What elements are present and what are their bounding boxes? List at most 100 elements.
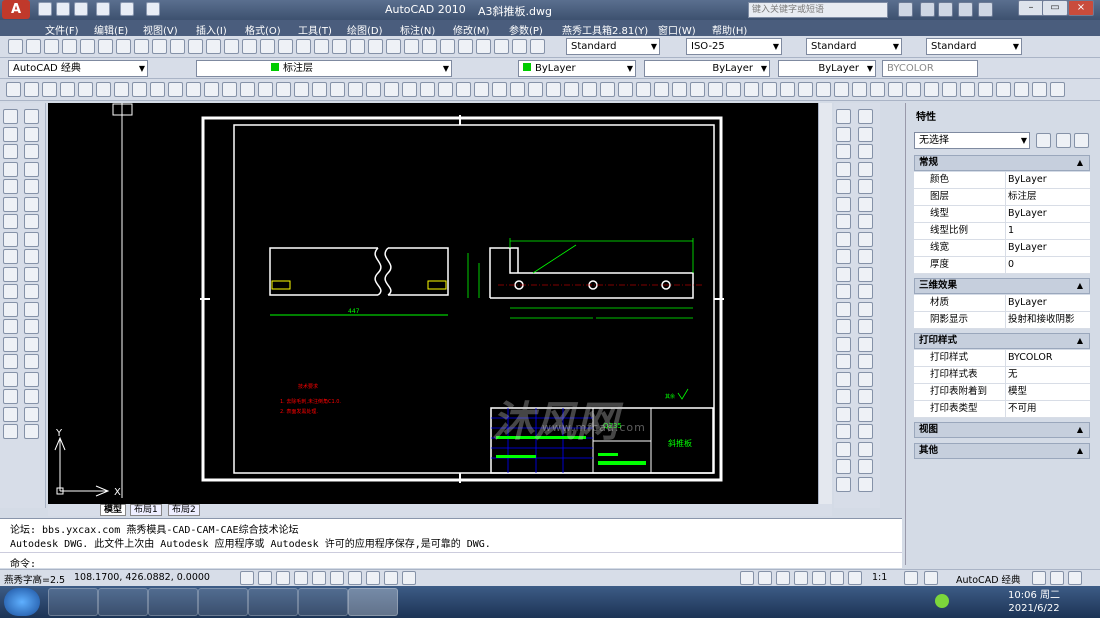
modify-tool-6-1-icon[interactable]	[858, 214, 873, 229]
menu-item-8[interactable]: 修改(M)	[453, 22, 489, 37]
status-toggle-2-icon[interactable]	[276, 571, 290, 585]
system-clock[interactable]: 10:06 周二 2021/6/22	[1008, 589, 1060, 615]
print-icon[interactable]	[146, 2, 160, 16]
modify-tool-13-1-icon[interactable]	[858, 336, 873, 352]
standard-tool-28-icon[interactable]	[512, 39, 527, 54]
dim-tool-52-icon[interactable]	[942, 82, 957, 97]
draw-tool-17-0-icon[interactable]	[3, 406, 18, 422]
status-toggle-1-icon[interactable]	[258, 571, 272, 585]
standard-tool-5-icon[interactable]	[98, 39, 113, 54]
dim-tool-51-icon[interactable]	[924, 82, 939, 97]
modify-tool-12-0-icon[interactable]	[836, 319, 851, 334]
standard-tool-11-icon[interactable]	[206, 39, 221, 54]
dim-tool-55-icon[interactable]	[996, 82, 1011, 97]
modify-tool-8-0-icon[interactable]	[836, 249, 851, 264]
prop-row[interactable]: 图层 标注层	[914, 189, 1090, 206]
dim-tool-39-icon[interactable]	[708, 82, 723, 97]
collapse-icon[interactable]: ▲	[1077, 279, 1083, 293]
dim-tool-23-icon[interactable]	[420, 82, 435, 97]
status-toggle-13-icon[interactable]	[794, 571, 808, 585]
dim-tool-18-icon[interactable]	[330, 82, 345, 97]
draw-tool-16-0-icon[interactable]	[3, 389, 18, 404]
draw-tool-7-1-icon[interactable]	[24, 231, 39, 247]
status-toggle-11-icon[interactable]	[758, 571, 772, 585]
lineweight-dropdown[interactable]: ByLayer ▼	[778, 60, 876, 77]
dim-tool-35-icon[interactable]	[636, 82, 651, 97]
standard-tool-12-icon[interactable]	[224, 39, 239, 54]
menu-item-2[interactable]: 视图(V)	[143, 22, 178, 37]
menu-item-4[interactable]: 格式(O)	[245, 22, 281, 37]
dim-tool-53-icon[interactable]	[960, 82, 975, 97]
status-toggle-0-icon[interactable]	[240, 571, 254, 585]
dim-tool-14-icon[interactable]	[258, 82, 273, 97]
tray-icon[interactable]	[935, 594, 949, 608]
search-input[interactable]: 键入关键字或短语	[748, 2, 888, 18]
draw-tool-8-1-icon[interactable]	[24, 249, 39, 264]
modify-tool-4-0-icon[interactable]	[836, 179, 851, 194]
dim-tool-33-icon[interactable]	[600, 82, 615, 97]
draw-tool-17-1-icon[interactable]	[24, 406, 39, 422]
draw-tool-7-0-icon[interactable]	[3, 231, 18, 247]
draw-tool-15-1-icon[interactable]	[24, 371, 39, 387]
prop-section-4[interactable]: 其他 ▲	[914, 443, 1090, 459]
dim-tool-37-icon[interactable]	[672, 82, 687, 97]
modify-tool-9-0-icon[interactable]	[836, 266, 851, 282]
dim-tool-10-icon[interactable]	[186, 82, 201, 97]
draw-tool-18-0-icon[interactable]	[3, 424, 18, 439]
prop-row[interactable]: 材质 ByLayer	[914, 295, 1090, 312]
menu-item-7[interactable]: 标注(N)	[400, 22, 435, 37]
modify-tool-18-0-icon[interactable]	[836, 424, 851, 439]
draw-tool-8-0-icon[interactable]	[3, 249, 18, 264]
tools-icon[interactable]	[920, 2, 935, 17]
standard-tool-19-icon[interactable]	[350, 39, 365, 54]
annotation-scale[interactable]: 1:1	[872, 572, 887, 583]
draw-tool-11-0-icon[interactable]	[3, 301, 18, 317]
prop-row[interactable]: 打印样式 BYCOLOR	[914, 350, 1090, 367]
prop-row[interactable]: 阴影显示 投射和接收阴影	[914, 312, 1090, 329]
standard-tool-1-icon[interactable]	[26, 39, 41, 54]
modify-tool-20-1-icon[interactable]	[858, 459, 873, 474]
menu-item-11[interactable]: 窗口(W)	[658, 22, 696, 37]
tab-layout2[interactable]: 布局2	[168, 504, 200, 516]
modify-tool-3-1-icon[interactable]	[858, 161, 873, 177]
dim-tool-4-icon[interactable]	[78, 82, 93, 97]
workspace-dropdown[interactable]: AutoCAD 经典 ▼	[8, 60, 148, 77]
dim-tool-57-icon[interactable]	[1032, 82, 1047, 97]
prop-section-1[interactable]: 三维效果 ▲	[914, 278, 1090, 294]
standard-tool-6-icon[interactable]	[116, 39, 131, 54]
dim-tool-11-icon[interactable]	[204, 82, 219, 97]
dim-tool-50-icon[interactable]	[906, 82, 921, 97]
text-style-dropdown[interactable]: Standard ▼	[566, 38, 660, 55]
standard-tool-16-icon[interactable]	[296, 39, 311, 54]
standard-tool-8-icon[interactable]	[152, 39, 167, 54]
draw-tool-0-1-icon[interactable]	[24, 109, 39, 124]
undo-icon[interactable]	[96, 2, 110, 16]
modify-tool-21-1-icon[interactable]	[858, 476, 873, 492]
dim-tool-8-icon[interactable]	[150, 82, 165, 97]
modify-tool-4-1-icon[interactable]	[858, 179, 873, 194]
dim-tool-20-icon[interactable]	[366, 82, 381, 97]
dim-tool-15-icon[interactable]	[276, 82, 291, 97]
menu-item-6[interactable]: 绘图(D)	[347, 22, 383, 37]
help-icon[interactable]	[978, 2, 993, 17]
draw-tool-9-0-icon[interactable]	[3, 266, 18, 282]
standard-tool-15-icon[interactable]	[278, 39, 293, 54]
standard-tool-25-icon[interactable]	[458, 39, 473, 54]
favorites-icon[interactable]	[958, 2, 973, 17]
taskbar-app-1[interactable]	[48, 588, 98, 616]
standard-tool-20-icon[interactable]	[368, 39, 383, 54]
draw-tool-3-0-icon[interactable]	[3, 161, 18, 177]
standard-tool-14-icon[interactable]	[260, 39, 275, 54]
draw-tool-18-1-icon[interactable]	[24, 424, 39, 439]
prop-row[interactable]: 颜色 ByLayer	[914, 172, 1090, 189]
menu-item-3[interactable]: 插入(I)	[196, 22, 227, 37]
dim-tool-16-icon[interactable]	[294, 82, 309, 97]
redo-icon[interactable]	[120, 2, 134, 16]
dim-tool-54-icon[interactable]	[978, 82, 993, 97]
modify-tool-14-1-icon[interactable]	[858, 354, 873, 369]
status-toggle-15-icon[interactable]	[830, 571, 844, 585]
taskbar-app-2[interactable]	[98, 588, 148, 616]
dim-tool-58-icon[interactable]	[1050, 82, 1065, 97]
dim-tool-34-icon[interactable]	[618, 82, 633, 97]
dim-tool-47-icon[interactable]	[852, 82, 867, 97]
